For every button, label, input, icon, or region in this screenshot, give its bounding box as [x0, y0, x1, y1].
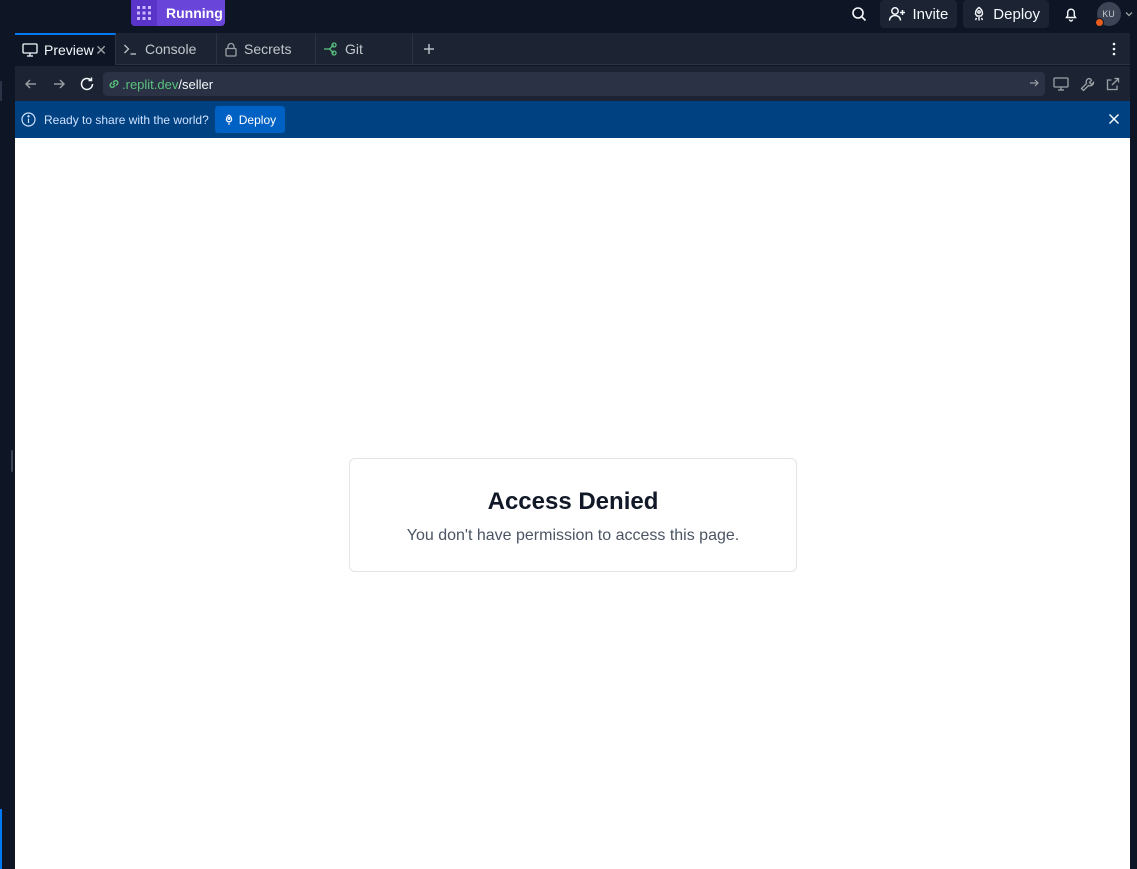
terminal-icon: [124, 44, 136, 55]
more-options-button[interactable]: [1098, 33, 1130, 64]
run-button-label: Running: [166, 5, 223, 21]
add-user-icon: [889, 7, 906, 21]
page-title: Access Denied: [487, 488, 659, 515]
avatar: KU: [1094, 2, 1121, 27]
url-field[interactable]: .replit.dev/seller: [103, 72, 1045, 96]
banner-text: Ready to share with the world?: [44, 112, 209, 127]
link-icon: [109, 80, 119, 88]
deploy-button[interactable]: Deploy: [963, 0, 1049, 28]
running-icon: [131, 0, 157, 26]
plus-icon: [424, 44, 434, 54]
tab-git[interactable]: Git: [316, 33, 413, 65]
url-host: .replit.dev: [122, 76, 179, 92]
info-icon: [21, 112, 36, 127]
tab-label: Preview: [44, 42, 94, 58]
invite-button[interactable]: Invite: [880, 0, 958, 28]
go-arrow-icon[interactable]: [1027, 76, 1041, 93]
tab-label: Console: [145, 41, 197, 57]
tab-secrets[interactable]: Secrets: [217, 33, 316, 65]
replit-workspace: Running Invite Deploy KU Preview ✕ Conso…: [0, 0, 1137, 869]
deploy-label: Deploy: [993, 5, 1040, 23]
deploy-icon: [225, 113, 232, 125]
banner-deploy-label: Deploy: [238, 112, 277, 127]
account-menu[interactable]: KU: [1093, 0, 1137, 28]
tab-label: Secrets: [244, 41, 292, 57]
top-bar: Running Invite Deploy KU: [0, 0, 1137, 33]
add-tab-button[interactable]: [413, 33, 445, 65]
tab-console[interactable]: Console: [116, 33, 217, 65]
invite-label: Invite: [912, 5, 949, 23]
pane-tabs: Preview ✕ Console Secrets Git: [15, 33, 1130, 65]
resize-handle[interactable]: [11, 450, 13, 472]
left-gutter: [0, 33, 15, 869]
git-icon: [324, 42, 337, 56]
chevron-down-icon: [1125, 12, 1132, 17]
run-button[interactable]: Running: [131, 0, 225, 26]
preview-frame: Access Denied You don't have permission …: [15, 138, 1130, 869]
kebab-icon: [1112, 42, 1116, 55]
tab-label: Git: [345, 41, 363, 57]
right-gutter: [1130, 33, 1137, 869]
forward-arrow-icon[interactable]: [45, 70, 73, 98]
url-path: /seller: [178, 76, 214, 92]
search-icon[interactable]: [844, 0, 874, 28]
banner-deploy-button[interactable]: Deploy: [214, 106, 286, 133]
status-dot: [1094, 18, 1104, 27]
access-denied-card: Access Denied You don't have permission …: [349, 458, 797, 572]
refresh-icon[interactable]: [73, 70, 101, 98]
devtools-wrench-icon[interactable]: [1074, 73, 1100, 95]
address-bar: .replit.dev/seller: [15, 66, 1130, 101]
top-right-actions: Invite Deploy KU: [844, 0, 1137, 28]
permission-message: You don't have permission to access this…: [406, 527, 740, 544]
close-icon[interactable]: ✕: [95, 42, 107, 59]
address-bar-tools: [1048, 73, 1126, 95]
devices-icon[interactable]: [1048, 73, 1074, 95]
tab-preview[interactable]: Preview ✕: [15, 33, 116, 65]
gutter-marker: [0, 81, 2, 101]
lock-icon: [225, 42, 237, 57]
monitor-icon: [22, 43, 38, 57]
deploy-icon: [975, 6, 984, 21]
bell-icon[interactable]: [1049, 0, 1093, 28]
open-external-icon[interactable]: [1100, 73, 1126, 95]
back-arrow-icon[interactable]: [17, 70, 45, 98]
active-panel-indicator: [0, 809, 2, 869]
avatar-initials: KU: [1102, 9, 1115, 19]
deploy-banner: Ready to share with the world? Deploy: [15, 101, 1130, 138]
close-icon[interactable]: [1108, 112, 1120, 130]
